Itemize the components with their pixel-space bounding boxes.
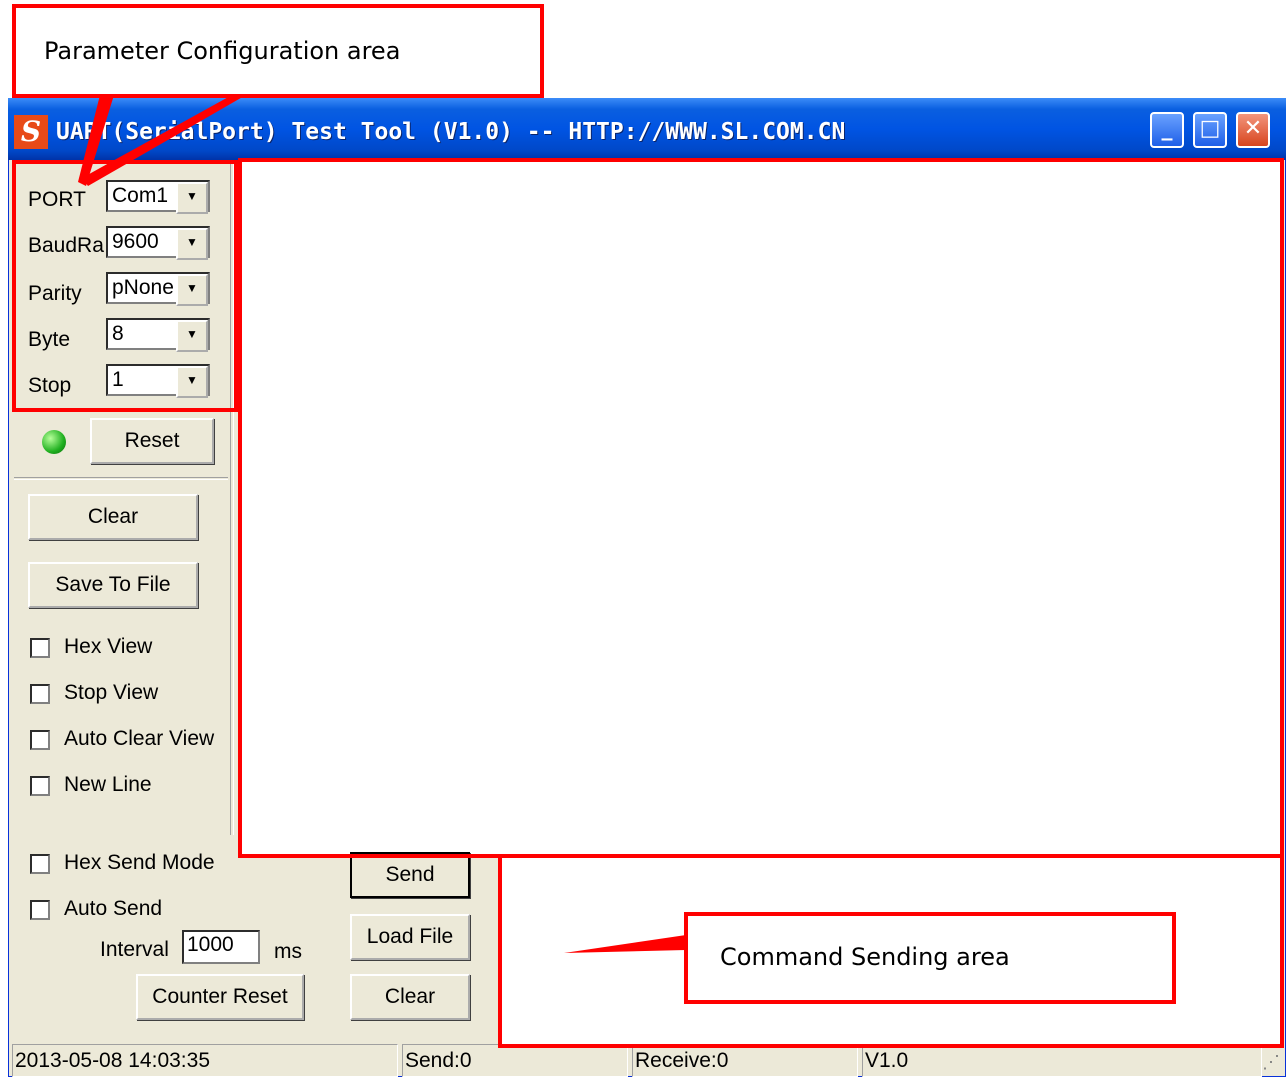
param-area-callout-text: Parameter Configuration area xyxy=(44,37,401,65)
param-area-callout: Parameter Configuration area xyxy=(12,4,544,98)
command-area-callout-text: Command Sending area xyxy=(720,943,1010,971)
command-area-arrow xyxy=(564,935,686,953)
command-area-callout: Command Sending area xyxy=(684,912,1176,1004)
